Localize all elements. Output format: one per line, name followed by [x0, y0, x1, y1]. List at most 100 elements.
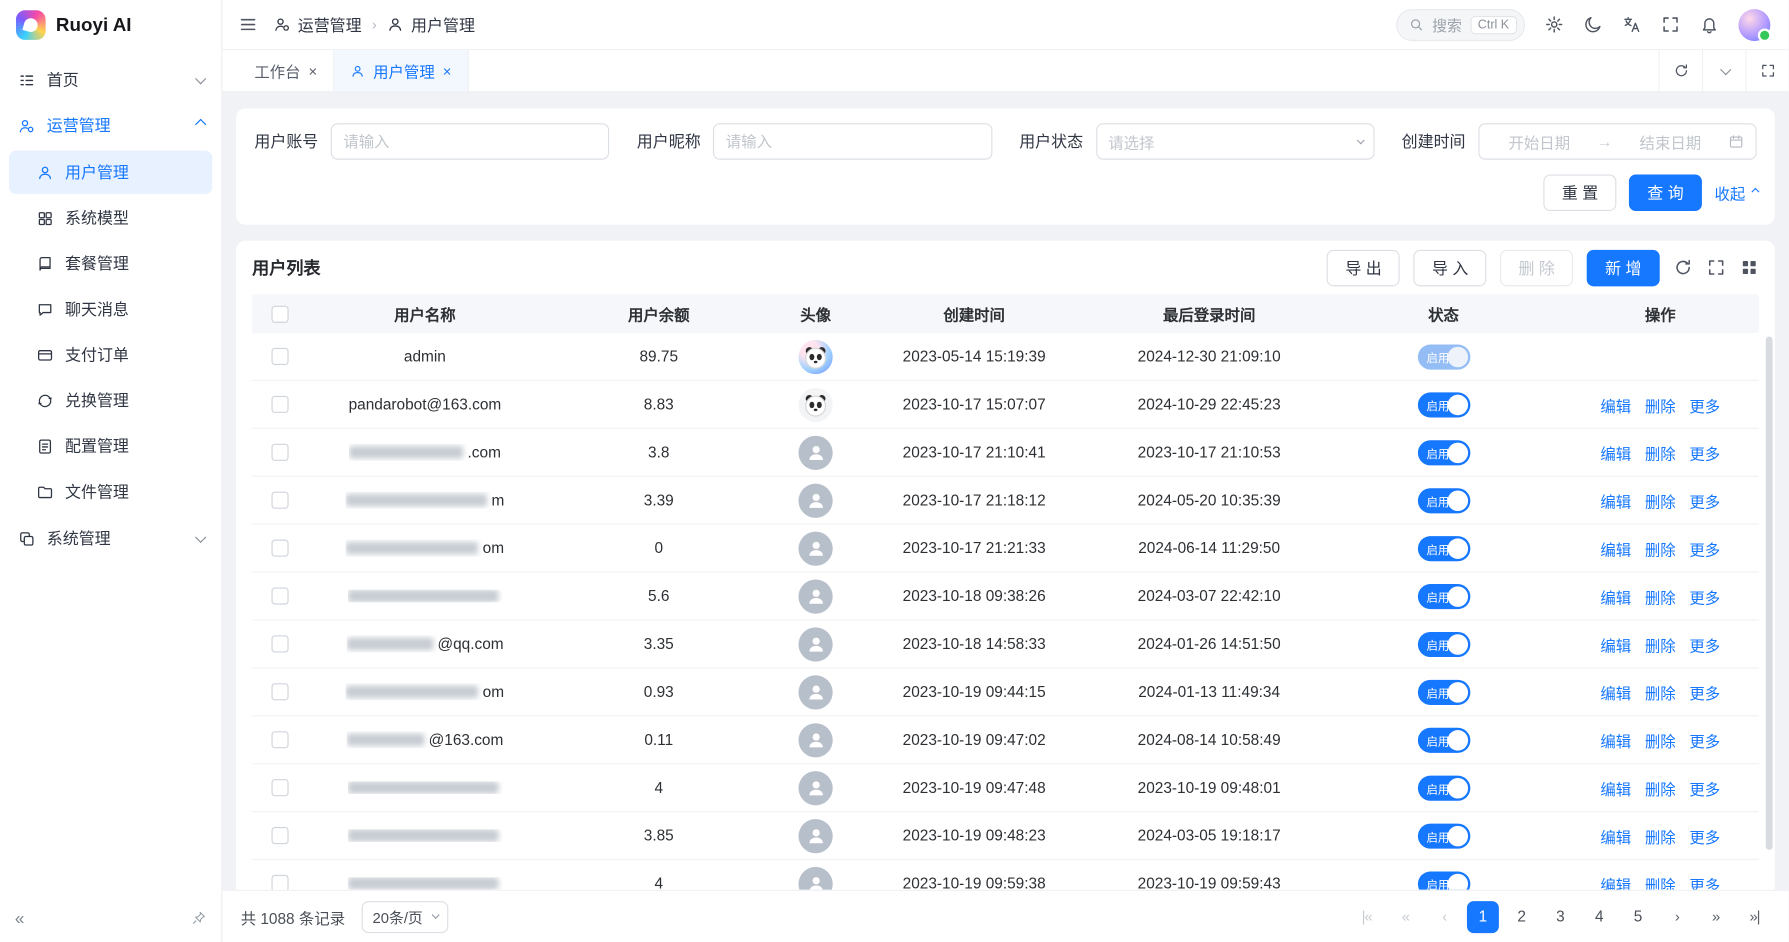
close-icon[interactable]: ×: [309, 62, 318, 79]
row-checkbox[interactable]: [271, 827, 288, 844]
edit-link[interactable]: 编辑: [1600, 441, 1631, 464]
sidebar-item-chat-messages[interactable]: 聊天消息: [9, 287, 212, 330]
notifications-button[interactable]: [1700, 15, 1719, 34]
status-toggle[interactable]: 启用: [1417, 823, 1469, 848]
status-toggle[interactable]: 启用: [1417, 583, 1469, 608]
table-fullscreen-button[interactable]: [1706, 258, 1725, 277]
select-all-checkbox[interactable]: [271, 305, 288, 322]
sidebar-collapse-button[interactable]: «: [15, 909, 25, 928]
sidebar-item-system-management[interactable]: 系统管理: [0, 516, 221, 562]
table-scrollbar[interactable]: [1766, 337, 1773, 850]
refresh-table-button[interactable]: [1673, 258, 1692, 277]
breadcrumb-user-management[interactable]: 用户管理: [387, 13, 475, 36]
delete-link[interactable]: 删除: [1645, 537, 1676, 560]
more-link[interactable]: 更多: [1689, 441, 1720, 464]
app-logo[interactable]: Ruoyi AI: [0, 0, 221, 50]
language-button[interactable]: [1622, 15, 1641, 34]
row-checkbox[interactable]: [271, 540, 288, 557]
more-link[interactable]: 更多: [1689, 680, 1720, 703]
row-checkbox[interactable]: [271, 635, 288, 652]
dark-mode-button[interactable]: [1583, 15, 1602, 34]
edit-link[interactable]: 编辑: [1600, 872, 1631, 890]
tab-user-management[interactable]: 用户管理 ×: [334, 50, 468, 91]
row-checkbox[interactable]: [271, 875, 288, 890]
sidebar-item-home[interactable]: 首页: [0, 57, 221, 103]
page-button-4[interactable]: 4: [1583, 901, 1615, 933]
fast-next-button[interactable]: »: [1700, 901, 1732, 933]
status-toggle[interactable]: 启用: [1417, 775, 1469, 800]
delete-button[interactable]: 删 除: [1500, 249, 1573, 286]
tab-workbench[interactable]: 工作台 ×: [238, 50, 334, 91]
row-checkbox[interactable]: [271, 348, 288, 365]
first-page-button[interactable]: |«: [1351, 901, 1383, 933]
sidebar-item-file-management[interactable]: 文件管理: [9, 470, 212, 513]
status-toggle[interactable]: 启用: [1417, 440, 1469, 465]
tab-menu-button[interactable]: [1702, 50, 1745, 91]
more-link[interactable]: 更多: [1689, 824, 1720, 847]
add-button[interactable]: 新 增: [1587, 249, 1660, 286]
edit-link[interactable]: 编辑: [1600, 393, 1631, 416]
fast-prev-button[interactable]: «: [1389, 901, 1421, 933]
breadcrumb-operations[interactable]: 运营管理: [274, 13, 362, 36]
row-checkbox[interactable]: [271, 396, 288, 413]
more-link[interactable]: 更多: [1689, 633, 1720, 656]
delete-link[interactable]: 删除: [1645, 824, 1676, 847]
more-link[interactable]: 更多: [1689, 585, 1720, 608]
sidebar-item-system-model[interactable]: 系统模型: [9, 196, 212, 239]
more-link[interactable]: 更多: [1689, 728, 1720, 751]
status-toggle[interactable]: 启用: [1417, 727, 1469, 752]
more-link[interactable]: 更多: [1689, 776, 1720, 799]
page-button-3[interactable]: 3: [1545, 901, 1577, 933]
global-search[interactable]: 搜索 Ctrl K: [1397, 9, 1525, 41]
refresh-tab-button[interactable]: [1659, 50, 1702, 91]
edit-link[interactable]: 编辑: [1600, 633, 1631, 656]
settings-button[interactable]: [1545, 15, 1564, 34]
edit-link[interactable]: 编辑: [1600, 728, 1631, 751]
export-button[interactable]: 导 出: [1327, 249, 1400, 286]
pin-icon[interactable]: [190, 910, 206, 926]
status-toggle[interactable]: 启用: [1417, 631, 1469, 656]
row-checkbox[interactable]: [271, 444, 288, 461]
fullscreen-button[interactable]: [1661, 15, 1680, 34]
sidebar-item-user-management[interactable]: 用户管理: [9, 151, 212, 194]
sidebar-item-payment-orders[interactable]: 支付订单: [9, 333, 212, 376]
row-checkbox[interactable]: [271, 731, 288, 748]
page-button-5[interactable]: 5: [1622, 901, 1654, 933]
import-button[interactable]: 导 入: [1414, 249, 1487, 286]
row-checkbox[interactable]: [271, 779, 288, 796]
delete-link[interactable]: 删除: [1645, 585, 1676, 608]
status-toggle[interactable]: 启用: [1417, 392, 1469, 417]
status-toggle[interactable]: 启用: [1417, 871, 1469, 890]
edit-link[interactable]: 编辑: [1600, 776, 1631, 799]
delete-link[interactable]: 删除: [1645, 441, 1676, 464]
delete-link[interactable]: 删除: [1645, 728, 1676, 751]
status-toggle[interactable]: 启用: [1417, 344, 1469, 369]
row-checkbox[interactable]: [271, 587, 288, 604]
delete-link[interactable]: 删除: [1645, 393, 1676, 416]
delete-link[interactable]: 删除: [1645, 680, 1676, 703]
user-avatar[interactable]: [1738, 9, 1770, 41]
edit-link[interactable]: 编辑: [1600, 489, 1631, 512]
query-button[interactable]: 查 询: [1629, 175, 1702, 212]
menu-toggle-button[interactable]: [238, 15, 257, 34]
reset-button[interactable]: 重 置: [1544, 175, 1617, 212]
collapse-filter-link[interactable]: 收起: [1714, 181, 1756, 204]
close-icon[interactable]: ×: [443, 62, 452, 79]
last-page-button[interactable]: »|: [1738, 901, 1770, 933]
delete-link[interactable]: 删除: [1645, 776, 1676, 799]
edit-link[interactable]: 编辑: [1600, 537, 1631, 560]
row-checkbox[interactable]: [271, 683, 288, 700]
column-settings-button[interactable]: [1740, 258, 1759, 277]
edit-link[interactable]: 编辑: [1600, 680, 1631, 703]
delete-link[interactable]: 删除: [1645, 872, 1676, 890]
status-toggle[interactable]: 启用: [1417, 488, 1469, 513]
more-link[interactable]: 更多: [1689, 489, 1720, 512]
content-fullscreen-button[interactable]: [1745, 50, 1788, 91]
sidebar-item-package-management[interactable]: 套餐管理: [9, 242, 212, 285]
page-button-1[interactable]: 1: [1467, 901, 1499, 933]
nickname-input[interactable]: [713, 123, 992, 160]
more-link[interactable]: 更多: [1689, 537, 1720, 560]
date-range-picker[interactable]: 开始日期 → 结束日期: [1478, 123, 1757, 160]
delete-link[interactable]: 删除: [1645, 489, 1676, 512]
sidebar-item-redeem-management[interactable]: 兑换管理: [9, 379, 212, 422]
